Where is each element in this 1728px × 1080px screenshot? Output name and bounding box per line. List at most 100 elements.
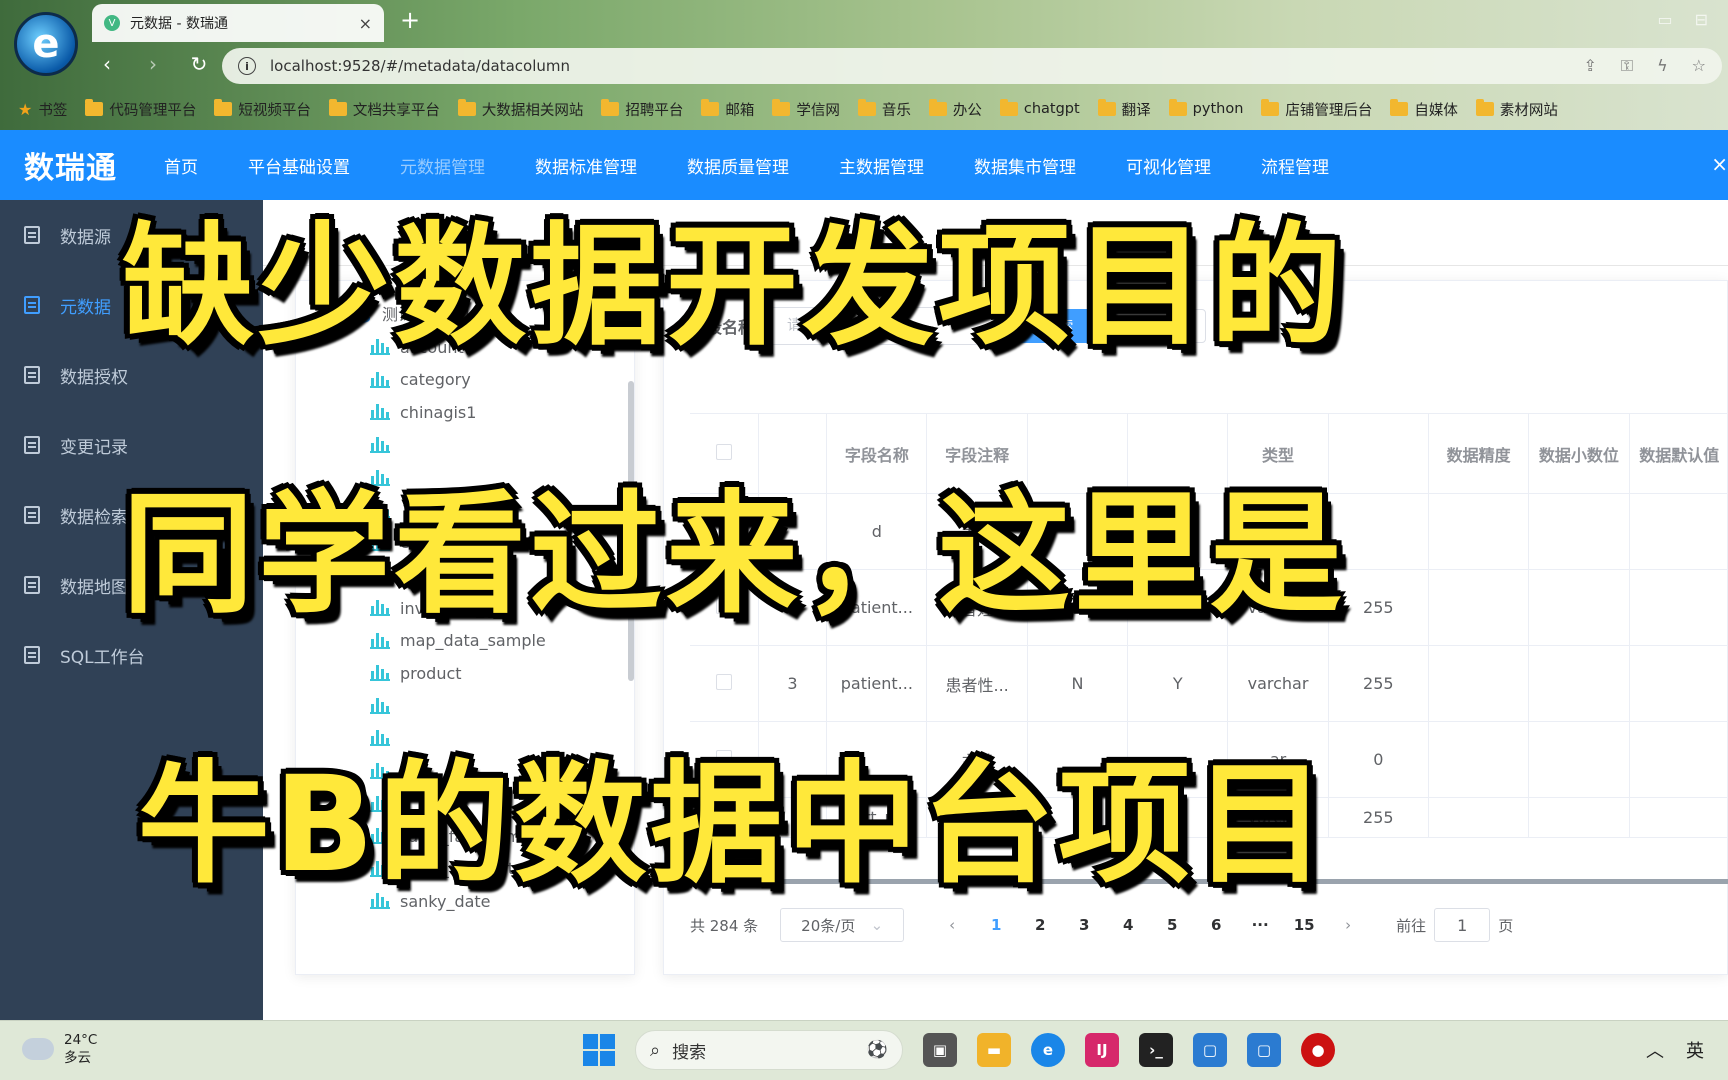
- sidebar-item-data-map[interactable]: 数据地图: [0, 550, 263, 620]
- tree-node-table[interactable]: sanky_date: [370, 885, 546, 918]
- tree-node-table[interactable]: flowtst: [370, 559, 546, 592]
- nav-item-platform-settings[interactable]: 平台基础设置: [248, 153, 350, 178]
- tree-node-table[interactable]: account: [370, 331, 546, 364]
- tree-node-table[interactable]: [370, 722, 546, 755]
- input-method[interactable]: 英: [1686, 1037, 1704, 1063]
- bookmark-item[interactable]: 邮箱: [701, 99, 754, 120]
- sidebar-item-authorization[interactable]: 数据授权: [0, 340, 263, 410]
- nav-item-data-standards[interactable]: 数据标准管理: [535, 153, 637, 178]
- app-window-icon[interactable]: ▢: [1247, 1033, 1281, 1067]
- bookmark-item[interactable]: 自媒体: [1390, 99, 1458, 120]
- checkbox[interactable]: [715, 749, 732, 766]
- table-horizontal-scrollbar[interactable]: [690, 879, 1728, 884]
- tree-node-table[interactable]: category: [370, 364, 546, 397]
- page-number[interactable]: 1: [974, 916, 1018, 934]
- page-number[interactable]: 6: [1194, 916, 1238, 934]
- row-checkbox-cell[interactable]: [690, 569, 759, 646]
- tree-node-table[interactable]: [370, 755, 546, 788]
- bookmark-item[interactable]: 文档共享平台: [328, 99, 440, 120]
- bookmark-item[interactable]: 学信网: [772, 99, 840, 120]
- new-tab-icon[interactable]: +: [400, 6, 420, 34]
- reset-button[interactable]: ↻ 重置: [1116, 309, 1207, 343]
- file-explorer-icon[interactable]: ▬: [977, 1033, 1011, 1067]
- page-ellipsis[interactable]: ···: [1238, 916, 1282, 934]
- nav-item-home[interactable]: 首页: [164, 153, 198, 178]
- table-row[interactable]: part_n... 部位名称 N Y varchar 255: [690, 797, 1728, 838]
- browser-tab[interactable]: V 元数据 - 数瑞通 ×: [92, 4, 384, 42]
- next-page-button[interactable]: ›: [1326, 916, 1370, 934]
- terminal-icon[interactable]: ›_: [1139, 1033, 1173, 1067]
- tree-node-table[interactable]: [370, 429, 546, 462]
- nav-item-metadata[interactable]: 元数据管理: [400, 153, 485, 178]
- intellij-icon[interactable]: IJ: [1085, 1033, 1119, 1067]
- bookmark-item[interactable]: 办公: [928, 99, 982, 120]
- select-all-header[interactable]: [690, 413, 759, 494]
- page-size-select[interactable]: 20条/页 ⌄: [780, 908, 905, 942]
- nav-item-data-mart[interactable]: 数据集市管理: [974, 153, 1076, 178]
- bolt-icon[interactable]: ϟ: [1657, 56, 1668, 76]
- nav-item-master-data[interactable]: 主数据管理: [839, 153, 924, 178]
- fullscreen-icon[interactable]: ×: [1711, 152, 1728, 176]
- tree-node-table[interactable]: [370, 787, 546, 820]
- bookmark-item[interactable]: 素材网站: [1475, 99, 1558, 120]
- brand-logo[interactable]: 数瑞通: [24, 143, 164, 187]
- page-number[interactable]: 2: [1018, 916, 1062, 934]
- sidebar-item-datasource[interactable]: 数据源: [0, 200, 263, 270]
- table-row[interactable]: d 主键 ar: [690, 493, 1728, 570]
- tree-node-table[interactable]: expense_fact: [370, 527, 546, 560]
- favorite-star-icon[interactable]: ☆: [1692, 56, 1706, 76]
- checkbox[interactable]: [715, 807, 732, 824]
- sidebar-item-change-log[interactable]: 变更记录: [0, 410, 263, 480]
- reload-icon[interactable]: ↻: [188, 52, 210, 76]
- table-row[interactable]: 3 patient... 患者性... N Y varchar 255: [690, 645, 1728, 722]
- row-checkbox-cell[interactable]: [690, 797, 759, 838]
- tree-node-table[interactable]: [370, 690, 546, 723]
- bookmark-item[interactable]: python: [1168, 99, 1243, 117]
- task-view-icon[interactable]: ▣: [923, 1033, 957, 1067]
- taskbar-search[interactable]: ⌕ 搜索 ⚽: [635, 1030, 903, 1070]
- checkbox[interactable]: [715, 673, 732, 690]
- page-number[interactable]: 3: [1062, 916, 1106, 934]
- page-number[interactable]: 5: [1150, 916, 1194, 934]
- tree-node-table[interactable]: [370, 461, 546, 494]
- goto-page-input[interactable]: [1434, 908, 1491, 942]
- bookmark-item[interactable]: chatgpt: [999, 99, 1080, 117]
- nav-item-workflow[interactable]: 流程管理: [1261, 153, 1329, 178]
- field-name-search-input[interactable]: [768, 307, 1001, 345]
- page-number[interactable]: 4: [1106, 916, 1150, 934]
- tree-scrollbar[interactable]: [628, 381, 634, 681]
- tree-node-table[interactable]: [370, 494, 546, 527]
- row-checkbox-cell[interactable]: [690, 493, 759, 570]
- tree-root-node[interactable]: 测试数据库1: [330, 301, 472, 325]
- chevron-up-icon[interactable]: ︿: [1646, 1037, 1664, 1063]
- table-row[interactable]: 2 patient... 患者姓名 N Y varchar 255: [690, 569, 1728, 646]
- row-checkbox-cell[interactable]: [690, 721, 759, 798]
- tree-node-table[interactable]: sales_fact_sample: [370, 820, 546, 853]
- bookmark-item[interactable]: 代码管理平台: [85, 99, 196, 120]
- table-row[interactable]: 主键 ar 0: [690, 721, 1728, 798]
- tree-node-table[interactable]: chinagis1: [370, 396, 546, 429]
- bookmark-item[interactable]: 店铺管理后台: [1261, 99, 1372, 120]
- nav-item-visualization[interactable]: 可视化管理: [1126, 153, 1211, 178]
- window-tile-icon[interactable]: ▭: [1657, 10, 1672, 29]
- search-button[interactable]: ⌕ 搜索: [1013, 309, 1104, 343]
- site-info-icon[interactable]: i: [238, 57, 256, 75]
- tree-node-table[interactable]: product: [370, 657, 546, 690]
- remote-desktop-icon[interactable]: ▢: [1193, 1033, 1227, 1067]
- caret-down-icon[interactable]: [330, 310, 340, 316]
- edge-browser-icon[interactable]: e: [1031, 1033, 1065, 1067]
- bookmark-item[interactable]: 短视频平台: [214, 99, 311, 120]
- page-number[interactable]: 15: [1282, 916, 1326, 934]
- weather-widget[interactable]: 24°C 多云: [20, 1030, 97, 1067]
- bookmark-item[interactable]: 音乐: [857, 99, 911, 120]
- address-bar[interactable]: i localhost:9528/#/metadata/datacolumn ⇪…: [222, 48, 1722, 84]
- bookmark-item[interactable]: 大数据相关网站: [457, 99, 583, 120]
- record-icon[interactable]: ●: [1301, 1033, 1335, 1067]
- share-icon[interactable]: ⇪: [1584, 56, 1597, 76]
- windows-start-icon[interactable]: [583, 1034, 615, 1066]
- forward-icon[interactable]: ›: [142, 52, 164, 76]
- bookmark-item[interactable]: ★ 书签: [18, 99, 67, 120]
- checkbox[interactable]: [715, 443, 732, 460]
- tab-close-icon[interactable]: ×: [359, 14, 372, 33]
- tree-node-table[interactable]: sales_fact_virtual: [370, 853, 546, 886]
